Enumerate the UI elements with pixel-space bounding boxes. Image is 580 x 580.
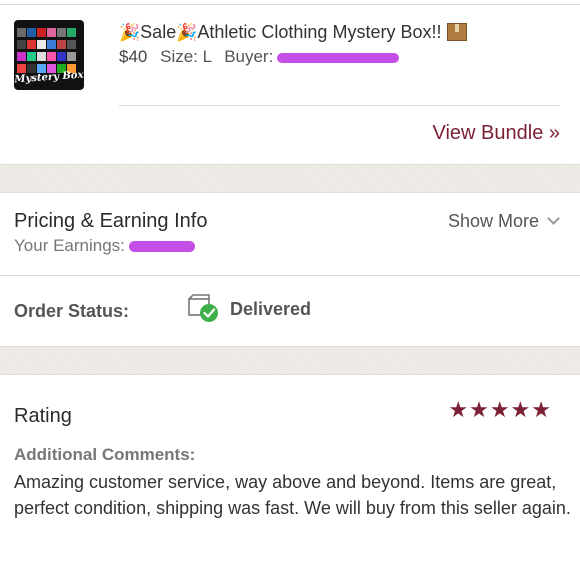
item-thumbnail[interactable]: Mystery Box <box>14 20 84 90</box>
view-bundle-link[interactable]: View Bundle » <box>433 122 561 145</box>
order-status-section: Order Status: Delivered <box>0 276 580 346</box>
delivered-box-check-icon <box>188 294 218 322</box>
buyer-redaction <box>277 52 400 63</box>
your-earnings: Your Earnings: <box>14 236 195 256</box>
thumbnail-rack <box>17 36 81 49</box>
party-popper-icon: 🎉 <box>176 23 198 42</box>
thumbnail-rack <box>17 60 81 73</box>
order-status-label: Order Status: <box>14 301 130 321</box>
earnings-label: Your Earnings: <box>14 236 125 255</box>
thumbnail-rack <box>17 24 81 37</box>
comments-text: Amazing customer service, way above and … <box>14 472 571 518</box>
order-status-value: Delivered <box>230 299 312 319</box>
show-more-label: Show More <box>447 211 539 231</box>
chevron-down-icon <box>547 212 560 225</box>
divider <box>119 105 560 106</box>
show-more-button[interactable]: Show More <box>447 211 560 232</box>
party-popper-icon: 🎉 <box>119 23 141 42</box>
rating-stars: ★★★★★ <box>448 397 552 422</box>
item-price: $40 <box>119 47 148 66</box>
earnings-redaction <box>128 241 195 253</box>
rating-section: Rating ★★★★★ Additional Comments: Amazin… <box>0 375 580 580</box>
pricing-section: Pricing & Earning Info Your Earnings: Sh… <box>0 193 580 275</box>
rating-title: Rating <box>14 405 72 427</box>
package-icon <box>447 23 468 41</box>
section-gap <box>0 164 580 193</box>
item-card: Mystery Box 🎉Sale🎉Athletic Clothing Myst… <box>0 0 580 164</box>
pricing-title: Pricing & Earning Info <box>14 210 208 232</box>
buyer-label: Buyer: <box>224 47 274 66</box>
item-size: Size: L <box>160 47 212 66</box>
divider <box>0 4 580 5</box>
thumbnail-rack <box>17 48 81 61</box>
item-title[interactable]: 🎉Sale🎉Athletic Clothing Mystery Box!! <box>119 20 468 43</box>
comments-label: Additional Comments: <box>14 445 196 464</box>
section-gap <box>0 346 580 375</box>
item-meta: $40 Size: L Buyer: <box>119 47 400 67</box>
item-title-sale: Sale <box>140 22 177 42</box>
item-title-main: Athletic Clothing Mystery Box!! <box>197 22 442 42</box>
